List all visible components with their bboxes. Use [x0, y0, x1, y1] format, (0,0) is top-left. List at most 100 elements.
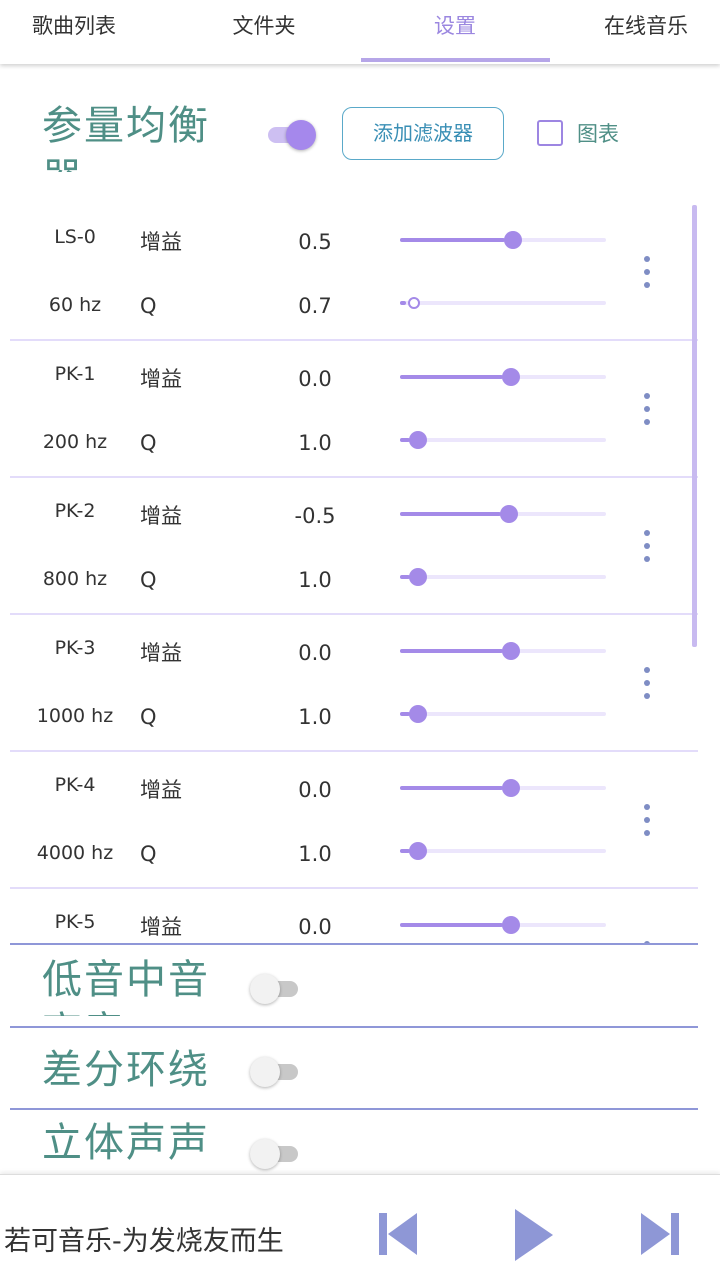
q-label: Q	[140, 842, 157, 866]
filter-name: PK-1	[54, 363, 96, 385]
more-options-icon[interactable]	[637, 530, 657, 566]
gain-label: 增益	[140, 915, 182, 939]
slider-thumb[interactable]	[502, 916, 520, 934]
filter-row: PK-2 800 hz 增益 Q -0.5 1.0	[10, 478, 698, 615]
gain-value: 0.0	[298, 641, 332, 665]
q-slider[interactable]	[400, 293, 606, 313]
chart-checkbox[interactable]	[537, 120, 563, 146]
gain-slider[interactable]	[400, 230, 606, 250]
slider-fill	[400, 649, 503, 653]
slider-thumb[interactable]	[409, 705, 428, 723]
q-slider[interactable]	[400, 430, 606, 450]
slider-thumb[interactable]	[502, 779, 520, 797]
q-label: Q	[140, 431, 157, 455]
q-value: 1.0	[298, 568, 332, 592]
chart-checkbox-label: 图表	[577, 122, 619, 146]
toggle-thumb	[286, 120, 316, 150]
slider-thumb[interactable]	[502, 368, 520, 386]
gain-value: 0.0	[298, 367, 332, 391]
gain-slider[interactable]	[400, 504, 606, 524]
gain-slider[interactable]	[400, 778, 606, 798]
gain-slider[interactable]	[400, 641, 606, 661]
bass-mid-treble-title: 低音中音高音	[42, 957, 210, 1016]
filter-name: PK-2	[54, 500, 96, 522]
more-options-icon[interactable]	[637, 393, 657, 429]
slider-fill	[400, 238, 506, 242]
tab-bar: 歌曲列表 文件夹 设置 在线音乐	[0, 0, 720, 64]
tab-online-music[interactable]: 在线音乐	[572, 0, 720, 60]
q-label: Q	[140, 294, 157, 318]
gain-value: 0.5	[298, 230, 332, 254]
filter-row: PK-4 4000 hz 增益 Q 0.0 1.0	[10, 752, 698, 889]
section-divider	[10, 1108, 698, 1110]
more-options-icon[interactable]	[637, 256, 657, 292]
differential-surround-toggle[interactable]	[250, 1055, 302, 1087]
slider-thumb[interactable]	[504, 231, 523, 249]
filter-row: PK-1 200 hz 增益 Q 0.0 1.0	[10, 341, 698, 478]
filter-frequency: 800 hz	[42, 568, 108, 590]
slider-rail	[400, 849, 606, 853]
slider-fill	[400, 786, 503, 790]
tab-settings[interactable]: 设置	[381, 0, 529, 60]
gain-value: 0.0	[298, 778, 332, 802]
filter-row: PK-5增益Q0.0	[10, 889, 698, 944]
tab-folders[interactable]: 文件夹	[190, 0, 338, 60]
slider-rail	[400, 301, 606, 305]
bass-mid-treble-toggle[interactable]	[250, 972, 302, 1004]
filter-name: PK-3	[54, 637, 96, 659]
filter-frequency: 60 hz	[48, 294, 102, 316]
slider-thumb[interactable]	[409, 431, 428, 449]
filter-frequency: 1000 hz	[36, 705, 114, 727]
add-filter-button[interactable]: 添加滤波器	[342, 107, 504, 160]
q-slider[interactable]	[400, 704, 606, 724]
slider-thumb[interactable]	[409, 568, 428, 586]
skip-next-icon[interactable]	[638, 1209, 682, 1259]
skip-previous-icon[interactable]	[376, 1209, 420, 1259]
slider-thumb[interactable]	[499, 505, 518, 523]
toggle-thumb	[250, 1057, 280, 1087]
filter-list-scrollbar[interactable]	[692, 205, 697, 647]
filter-name: PK-4	[54, 774, 96, 796]
slider-fill	[400, 923, 503, 927]
slider-fill	[400, 375, 503, 379]
filter-list[interactable]: LS-0 60 hz 增益 Q 0.5 0.7 PK-1 200 hz 增益 Q 0.0 1.0 PK-…	[0, 204, 720, 944]
now-playing-title: 若可音乐-为发烧友而生	[4, 1226, 284, 1257]
q-slider[interactable]	[400, 567, 606, 587]
gain-slider[interactable]	[400, 367, 606, 387]
slider-thumb[interactable]	[409, 842, 428, 860]
q-value: 1.0	[298, 842, 332, 866]
gain-value: 0.0	[298, 915, 332, 939]
equalizer-title: 参量均衡器	[42, 103, 210, 172]
q-slider[interactable]	[400, 841, 606, 861]
gain-label: 增益	[140, 641, 182, 665]
filter-frequency: 4000 hz	[36, 842, 114, 864]
section-divider	[10, 943, 698, 945]
slider-rail	[400, 438, 606, 442]
slider-thumb[interactable]	[408, 297, 421, 309]
gain-label: 增益	[140, 230, 182, 254]
section-divider	[10, 1026, 698, 1028]
gain-slider[interactable]	[400, 915, 606, 935]
filter-name: PK-5	[54, 911, 96, 933]
player-bar: 若可音乐-为发烧友而生	[0, 1174, 720, 1280]
stereo-field-toggle[interactable]	[250, 1137, 302, 1169]
play-icon[interactable]	[511, 1207, 555, 1263]
q-value: 1.0	[298, 705, 332, 729]
active-tab-indicator	[361, 58, 550, 62]
filter-row: PK-3 1000 hz 增益 Q 0.0 1.0	[10, 615, 698, 752]
tab-song-list[interactable]: 歌曲列表	[0, 0, 148, 60]
equalizer-toggle[interactable]	[264, 118, 316, 150]
slider-thumb[interactable]	[502, 642, 520, 660]
filter-name: LS-0	[54, 226, 96, 248]
toggle-thumb	[250, 1139, 280, 1169]
gain-label: 增益	[140, 367, 182, 391]
gain-value: -0.5	[294, 504, 336, 528]
slider-fill	[400, 512, 501, 516]
stereo-field-title: 立体声声场	[42, 1120, 210, 1166]
more-options-icon[interactable]	[637, 804, 657, 840]
more-options-icon[interactable]	[637, 667, 657, 703]
toggle-thumb	[250, 974, 280, 1004]
differential-surround-title: 差分环绕	[42, 1047, 210, 1093]
q-label: Q	[140, 568, 157, 592]
q-value: 0.7	[298, 294, 332, 318]
